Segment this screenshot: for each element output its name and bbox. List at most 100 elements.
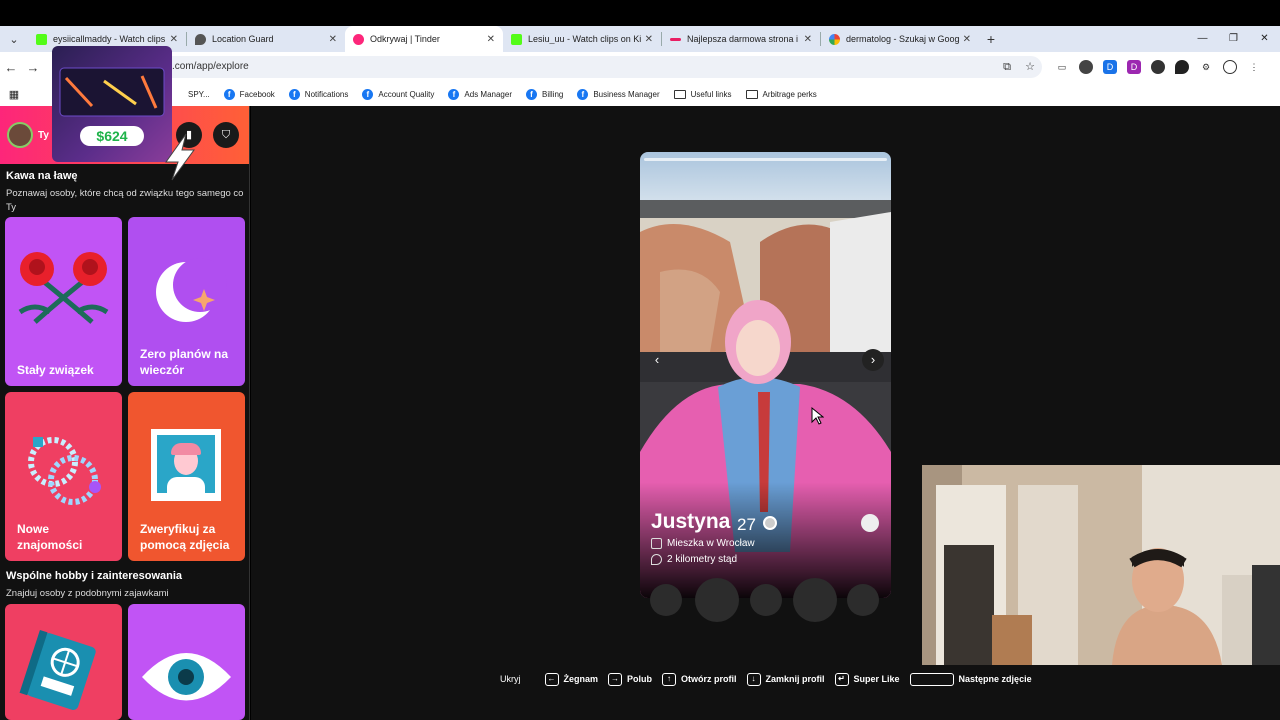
- close-icon[interactable]: ✕: [804, 34, 812, 45]
- tinder-icon: [353, 33, 364, 45]
- spy-extension-icon[interactable]: [1151, 60, 1165, 74]
- bookmark-facebook[interactable]: f Facebook: [223, 88, 275, 100]
- card-travel[interactable]: [5, 604, 122, 720]
- arrow-up-key-icon: ↑: [662, 672, 677, 686]
- bookmark-spy[interactable]: SPY...: [188, 90, 210, 99]
- bookmark-billing[interactable]: f Billing: [526, 88, 563, 100]
- like-button[interactable]: [793, 578, 837, 622]
- bookmark-account-quality[interactable]: f Account Quality: [362, 88, 434, 100]
- minimize-icon[interactable]: —: [1187, 26, 1218, 52]
- bookmark-star-icon[interactable]: ☆: [1023, 60, 1037, 74]
- forward-icon[interactable]: →: [22, 60, 44, 75]
- info-toggle-icon[interactable]: [861, 514, 879, 532]
- facebook-icon: f: [526, 88, 537, 100]
- shortcut-nope: ← Żegnam: [544, 672, 598, 686]
- tab-tinder[interactable]: Odkrywaj | Tinder ✕: [345, 26, 503, 52]
- lightning-icon: [165, 133, 195, 181]
- new-tab-button[interactable]: +: [979, 31, 1003, 47]
- card-zero-planow[interactable]: Zero planów na wieczór: [128, 217, 245, 386]
- space-key-icon: [909, 672, 954, 686]
- location-icon: [195, 33, 206, 45]
- arrow-down-key-icon: ↓: [746, 672, 761, 686]
- avatar[interactable]: [7, 122, 33, 148]
- card-nowe-znajomosci[interactable]: Nowe znajomości: [5, 392, 122, 561]
- close-icon[interactable]: ✕: [963, 34, 971, 45]
- tinder-sidebar: Ty ▮ ⛉ Kawa na ławę Poznawaj osoby, któr…: [0, 106, 250, 720]
- prev-photo-arrow[interactable]: ‹: [646, 349, 668, 371]
- shortcut-close-profile: ↓ Zamknij profil: [746, 672, 825, 686]
- shortcut-open-profile: ↑ Otwórz profil: [662, 672, 737, 686]
- bookmark-ads-manager[interactable]: f Ads Manager: [448, 88, 512, 100]
- moon-icon: [156, 258, 227, 322]
- facebook-icon: f: [448, 88, 460, 100]
- rewind-button[interactable]: [650, 584, 682, 616]
- boost-button[interactable]: [847, 584, 879, 616]
- close-window-icon[interactable]: ✕: [1249, 26, 1280, 52]
- shield-icon[interactable]: ⛉: [213, 122, 239, 148]
- profile-card[interactable]: ‹ › Justyna 27 Mieszka w Wrocław 2 kilom…: [640, 152, 891, 598]
- card-staly-zwiazek[interactable]: Stały związek: [5, 217, 122, 386]
- shortcut-hide[interactable]: Ukryj: [500, 674, 521, 684]
- shortcut-next-photo: Następne zdjęcie: [909, 672, 1032, 686]
- restore-icon[interactable]: ❐: [1218, 26, 1249, 52]
- url-input[interactable]: .com/app/explore: [52, 56, 1042, 78]
- shortcut-super-like: ↵ Super Like: [834, 672, 900, 686]
- shortcut-like: → Polub: [608, 672, 652, 686]
- kick-icon: [36, 33, 47, 45]
- camera-icon[interactable]: ▭: [1055, 60, 1069, 74]
- bookmark-arbitrage-perks[interactable]: Arbitrage perks: [745, 89, 817, 99]
- install-app-icon[interactable]: ⧉: [1000, 60, 1014, 74]
- section-title: Wspólne hobby i zainteresowania: [6, 570, 183, 582]
- pin-icon: [651, 554, 662, 565]
- profile-icon[interactable]: [1223, 60, 1237, 74]
- bracelets-icon: [28, 437, 101, 505]
- close-icon[interactable]: ✕: [170, 34, 178, 45]
- profile-distance: 2 kilometry stąd: [667, 554, 738, 565]
- extension-blue-icon[interactable]: D: [1103, 60, 1117, 74]
- menu-dots-icon[interactable]: ⋮: [1247, 60, 1261, 74]
- super-like-button[interactable]: [750, 584, 782, 616]
- promo-amount: $624: [80, 126, 144, 146]
- tab-search-button[interactable]: ⌄: [0, 26, 28, 52]
- extension-purple-icon[interactable]: D: [1127, 60, 1141, 74]
- close-icon[interactable]: ✕: [329, 34, 337, 45]
- apps-icon[interactable]: ▦: [0, 88, 28, 101]
- bookmark-useful-links[interactable]: Useful links: [673, 89, 732, 99]
- kick-icon: [511, 33, 522, 45]
- photo-progress-bar: [644, 158, 887, 161]
- keyboard-shortcuts-bar: Ukryj ← Żegnam → Polub ↑ Otwórz profil ↓ Zam…: [500, 670, 1042, 688]
- card-zweryfikuj[interactable]: Zweryfikuj za pomocą zdjęcia: [128, 392, 245, 561]
- tab-kick-2[interactable]: Lesiu_uu - Watch clips on Kick ✕: [503, 26, 661, 52]
- facebook-icon: f: [223, 88, 235, 100]
- folder-icon: [745, 89, 758, 99]
- close-icon[interactable]: ✕: [645, 34, 653, 45]
- address-bar-row: ← → .com/app/explore ⧉ ☆ ▭ D D ⚙ ⋮: [0, 52, 1280, 82]
- profile-age: 27: [737, 515, 756, 534]
- passport-icon: [19, 629, 96, 710]
- promo-overlay[interactable]: $624: [52, 46, 172, 162]
- section-subtitle: Znajduj osoby z podobnymi zajawkami: [6, 588, 169, 599]
- google-icon: [829, 33, 840, 45]
- card-eye[interactable]: [128, 604, 245, 720]
- bookmark-notifications[interactable]: f Notifications: [288, 88, 348, 100]
- action-buttons: [640, 578, 891, 622]
- verified-badge-icon: [763, 516, 777, 530]
- tab-najlepsza[interactable]: Najlepsza darmowa strona i ap ✕: [662, 26, 820, 52]
- extension-icon[interactable]: [1079, 60, 1093, 74]
- tab-google[interactable]: dermatolog - Szukaj w Google ✕: [821, 26, 979, 52]
- tab-location-guard[interactable]: Location Guard ✕: [187, 26, 345, 52]
- enter-key-icon: ↵: [834, 672, 849, 686]
- puzzle-icon[interactable]: ⚙: [1199, 60, 1213, 74]
- shield-extension-icon[interactable]: [1175, 60, 1189, 74]
- next-photo-arrow[interactable]: ›: [862, 349, 884, 371]
- profile-name: Justyna: [651, 510, 731, 533]
- back-icon[interactable]: ←: [0, 60, 22, 75]
- folder-icon: [673, 89, 686, 99]
- nope-button[interactable]: [695, 578, 739, 622]
- section-subtitle: Poznawaj osoby, które chcą od związku te…: [6, 188, 244, 213]
- close-icon[interactable]: ✕: [487, 34, 495, 45]
- facebook-icon: f: [577, 88, 589, 100]
- bookmark-business-manager[interactable]: f Business Manager: [577, 88, 660, 100]
- bookmarks-bar: ▦ SPY... f Facebook f Notifications f Accou…: [0, 82, 1280, 106]
- cursor-icon: [811, 406, 824, 425]
